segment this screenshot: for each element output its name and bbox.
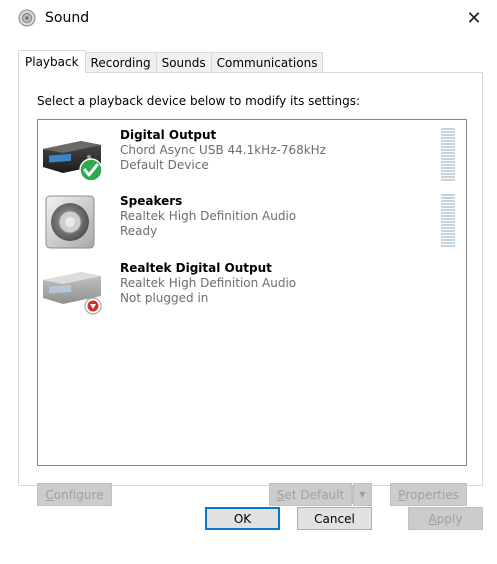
digital-output-icon: [43, 141, 103, 182]
device-item-digital-output[interactable]: Digital Output Chord Async USB 44.1kHz-7…: [38, 123, 466, 189]
playback-tab-page: Select a playback device below to modify…: [18, 72, 483, 506]
device-name: Speakers: [120, 194, 183, 208]
device-driver: Realtek High Definition Audio: [120, 276, 297, 290]
device-status: Default Device: [120, 158, 209, 172]
window-title: Sound: [45, 10, 90, 26]
configure-button[interactable]: Configure: [37, 483, 112, 506]
digital-output-icon: [43, 272, 102, 315]
device-name: Realtek Digital Output: [120, 261, 272, 275]
cancel-button[interactable]: Cancel: [297, 507, 372, 530]
device-driver: Realtek High Definition Audio: [120, 209, 297, 223]
set-default-dropdown-button[interactable]: ▼: [353, 483, 372, 506]
instructions-text: Select a playback device below to modify…: [37, 94, 361, 108]
tab-playback[interactable]: Playback: [18, 50, 86, 73]
device-item-speakers[interactable]: Speakers Realtek High Definition Audio R…: [38, 189, 466, 255]
device-status: Not plugged in: [120, 291, 209, 305]
device-driver: Chord Async USB 44.1kHz-768kHz: [120, 143, 327, 157]
set-default-button[interactable]: Set Default: [269, 483, 352, 506]
device-item-realtek-digital-output[interactable]: Realtek Digital Output Realtek High Defi…: [38, 256, 466, 322]
title-bar[interactable]: Sound ✕: [0, 0, 497, 38]
device-status: Ready: [120, 224, 158, 238]
tab-communications[interactable]: Communications: [210, 52, 324, 73]
level-meter: [441, 194, 455, 247]
speaker-icon: [18, 9, 36, 27]
tab-sounds[interactable]: Sounds: [155, 52, 212, 73]
device-list[interactable]: Digital Output Chord Async USB 44.1kHz-7…: [37, 119, 467, 466]
close-icon: ✕: [466, 7, 482, 29]
ok-button[interactable]: OK: [205, 507, 280, 530]
apply-button[interactable]: Apply: [408, 507, 483, 530]
sound-dialog: Sound ✕ Playback Recording Sounds Commun…: [0, 0, 497, 564]
close-button[interactable]: ✕: [451, 0, 497, 36]
level-meter: [441, 128, 455, 181]
speaker-device-icon: [45, 195, 95, 249]
device-name: Digital Output: [120, 128, 217, 142]
tab-recording[interactable]: Recording: [84, 52, 157, 73]
chevron-down-icon: ▼: [359, 490, 366, 499]
properties-button[interactable]: Properties: [390, 483, 467, 506]
unplugged-icon: [84, 297, 102, 315]
tab-strip: Playback Recording Sounds Communications: [18, 50, 324, 73]
default-check-icon: [79, 158, 103, 182]
